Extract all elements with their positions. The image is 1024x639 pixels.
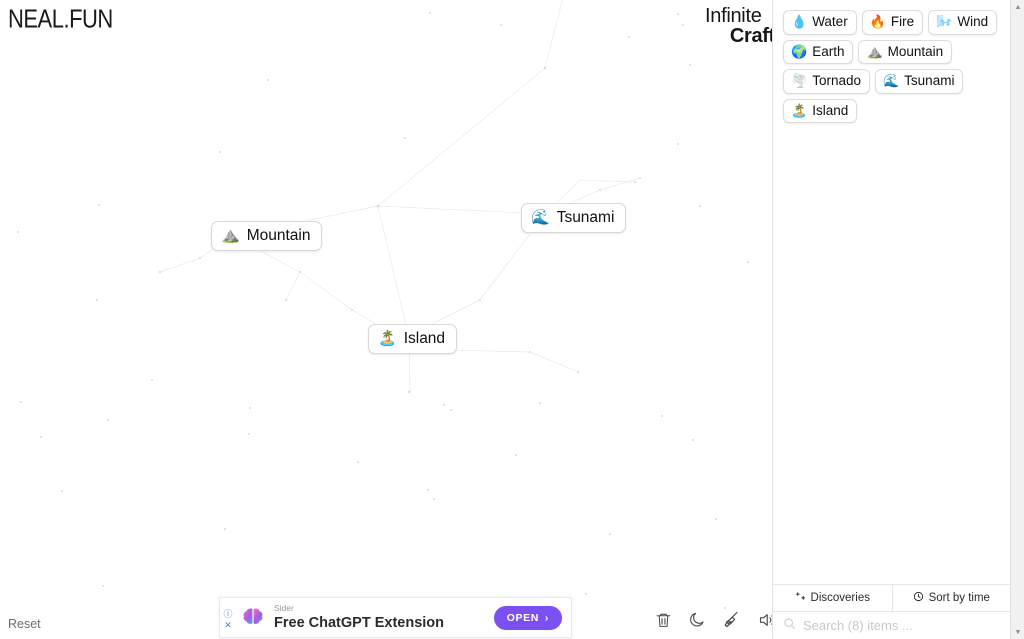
element-item-earth[interactable]: 🌍 Earth (783, 39, 854, 65)
element-item-tornado[interactable]: 🌪️ Tornado (783, 69, 870, 94)
ad-open-button[interactable]: OPEN › (493, 605, 562, 630)
trash-icon[interactable] (655, 611, 672, 629)
ad-advertiser: Sider (274, 603, 294, 614)
fire-icon: 🔥 (869, 14, 886, 30)
earth-icon: 🌍 (791, 43, 808, 59)
canvas-card-tsunami[interactable]: 🌊 Tsunami (521, 203, 627, 234)
crafting-canvas[interactable]: NEAL.FUN ⛰️ Mountain 🌊 Tsunami 🏝️ Island… (0, 0, 772, 639)
mountain-icon: ⛰️ (866, 43, 883, 59)
infinite-craft-app: NEAL.FUN ⛰️ Mountain 🌊 Tsunami 🏝️ Island… (0, 0, 1024, 639)
search-bar[interactable]: Search (8) items ... (773, 611, 1010, 639)
clock-icon (913, 591, 924, 605)
title-line-1: Infinite (705, 5, 762, 27)
element-item-tsunami[interactable]: 🌊 Tsunami (874, 69, 964, 94)
discoveries-button[interactable]: Discoveries (773, 585, 892, 611)
sparkle-icon (794, 591, 806, 605)
canvas-card-label: Mountain (246, 227, 311, 244)
discoveries-label: Discoveries (810, 592, 870, 604)
canvas-card-mountain[interactable]: ⛰️ Mountain (211, 221, 323, 252)
element-item-wind[interactable]: 🌬️ Wind (928, 10, 998, 35)
canvas-card-label: Island (403, 330, 446, 347)
ad-close-icon[interactable]: ✕ (224, 620, 232, 630)
infinite-craft-title: Infinite Craft (705, 6, 777, 46)
ad-headline: Free ChatGPT Extension (274, 614, 445, 631)
background-starfield (17, 0, 749, 609)
element-label: Mountain (887, 43, 944, 59)
island-icon: 🏝️ (791, 102, 808, 118)
ad-info-icon[interactable]: ⓘ (223, 609, 232, 619)
element-item-island[interactable]: 🏝️ Island (783, 98, 858, 124)
page-scrollbar[interactable]: ▲ ▼ (1010, 0, 1024, 639)
canvas-toolbar (655, 610, 772, 629)
sort-by-time-button[interactable]: Sort by time (891, 585, 1010, 611)
sort-controls: Discoveries Sort by time (773, 585, 1010, 611)
broom-icon[interactable] (722, 610, 741, 629)
reset-button[interactable]: Reset (8, 617, 41, 631)
neal-fun-logo[interactable]: NEAL.FUN (8, 4, 113, 35)
tsunami-icon: 🌊 (531, 209, 550, 227)
canvas-card-island[interactable]: 🏝️ Island (368, 324, 458, 355)
canvas-card-label: Tsunami (556, 209, 615, 226)
element-label: Wind (957, 14, 989, 29)
element-label: Earth (812, 43, 845, 59)
element-label: Island (812, 102, 849, 118)
element-label: Tsunami (904, 73, 955, 89)
search-icon (783, 617, 796, 635)
moon-icon[interactable] (688, 611, 706, 629)
element-item-mountain[interactable]: ⛰️ Mountain (858, 39, 953, 65)
scroll-down-arrow[interactable]: ▼ (1011, 625, 1024, 639)
chevron-right-icon: › (544, 611, 549, 624)
element-sidebar: 💧 Water 🔥 Fire 🌬️ Wind 🌍 Earth ⛰️ Mounta… (772, 0, 1010, 639)
water-icon: 💧 (791, 14, 808, 30)
element-label: Tornado (812, 73, 861, 89)
title-line-2: Craft (729, 25, 775, 47)
ad-cta-label: OPEN (506, 611, 539, 624)
element-item-water[interactable]: 💧 Water (783, 10, 857, 35)
scroll-up-arrow[interactable]: ▲ (1011, 0, 1024, 14)
brain-icon (243, 607, 263, 628)
sort-label: Sort by time (928, 592, 990, 604)
wind-icon: 🌬️ (936, 14, 953, 30)
sound-icon[interactable] (757, 611, 772, 629)
mountain-icon: ⛰️ (221, 227, 240, 245)
search-input[interactable]: Search (8) items ... (803, 618, 913, 633)
element-label: Fire (890, 14, 915, 29)
ad-copy: Sider Free ChatGPT Extension (270, 603, 494, 631)
tornado-icon: 🌪️ (791, 73, 808, 89)
island-icon: 🏝️ (378, 330, 397, 348)
sidebar-footer: Discoveries Sort by time Search (8) item… (773, 584, 1010, 639)
element-list: 💧 Water 🔥 Fire 🌬️ Wind 🌍 Earth ⛰️ Mounta… (781, 8, 1006, 125)
ad-banner[interactable]: ⓘ ✕ Sider Free ChatGPT Extension OPEN › (219, 597, 572, 638)
element-item-fire[interactable]: 🔥 Fire (861, 10, 924, 35)
ad-side-controls: ⓘ ✕ (220, 598, 236, 637)
ad-logo (236, 607, 270, 629)
element-label: Water (812, 14, 848, 29)
tsunami-icon: 🌊 (882, 73, 900, 89)
